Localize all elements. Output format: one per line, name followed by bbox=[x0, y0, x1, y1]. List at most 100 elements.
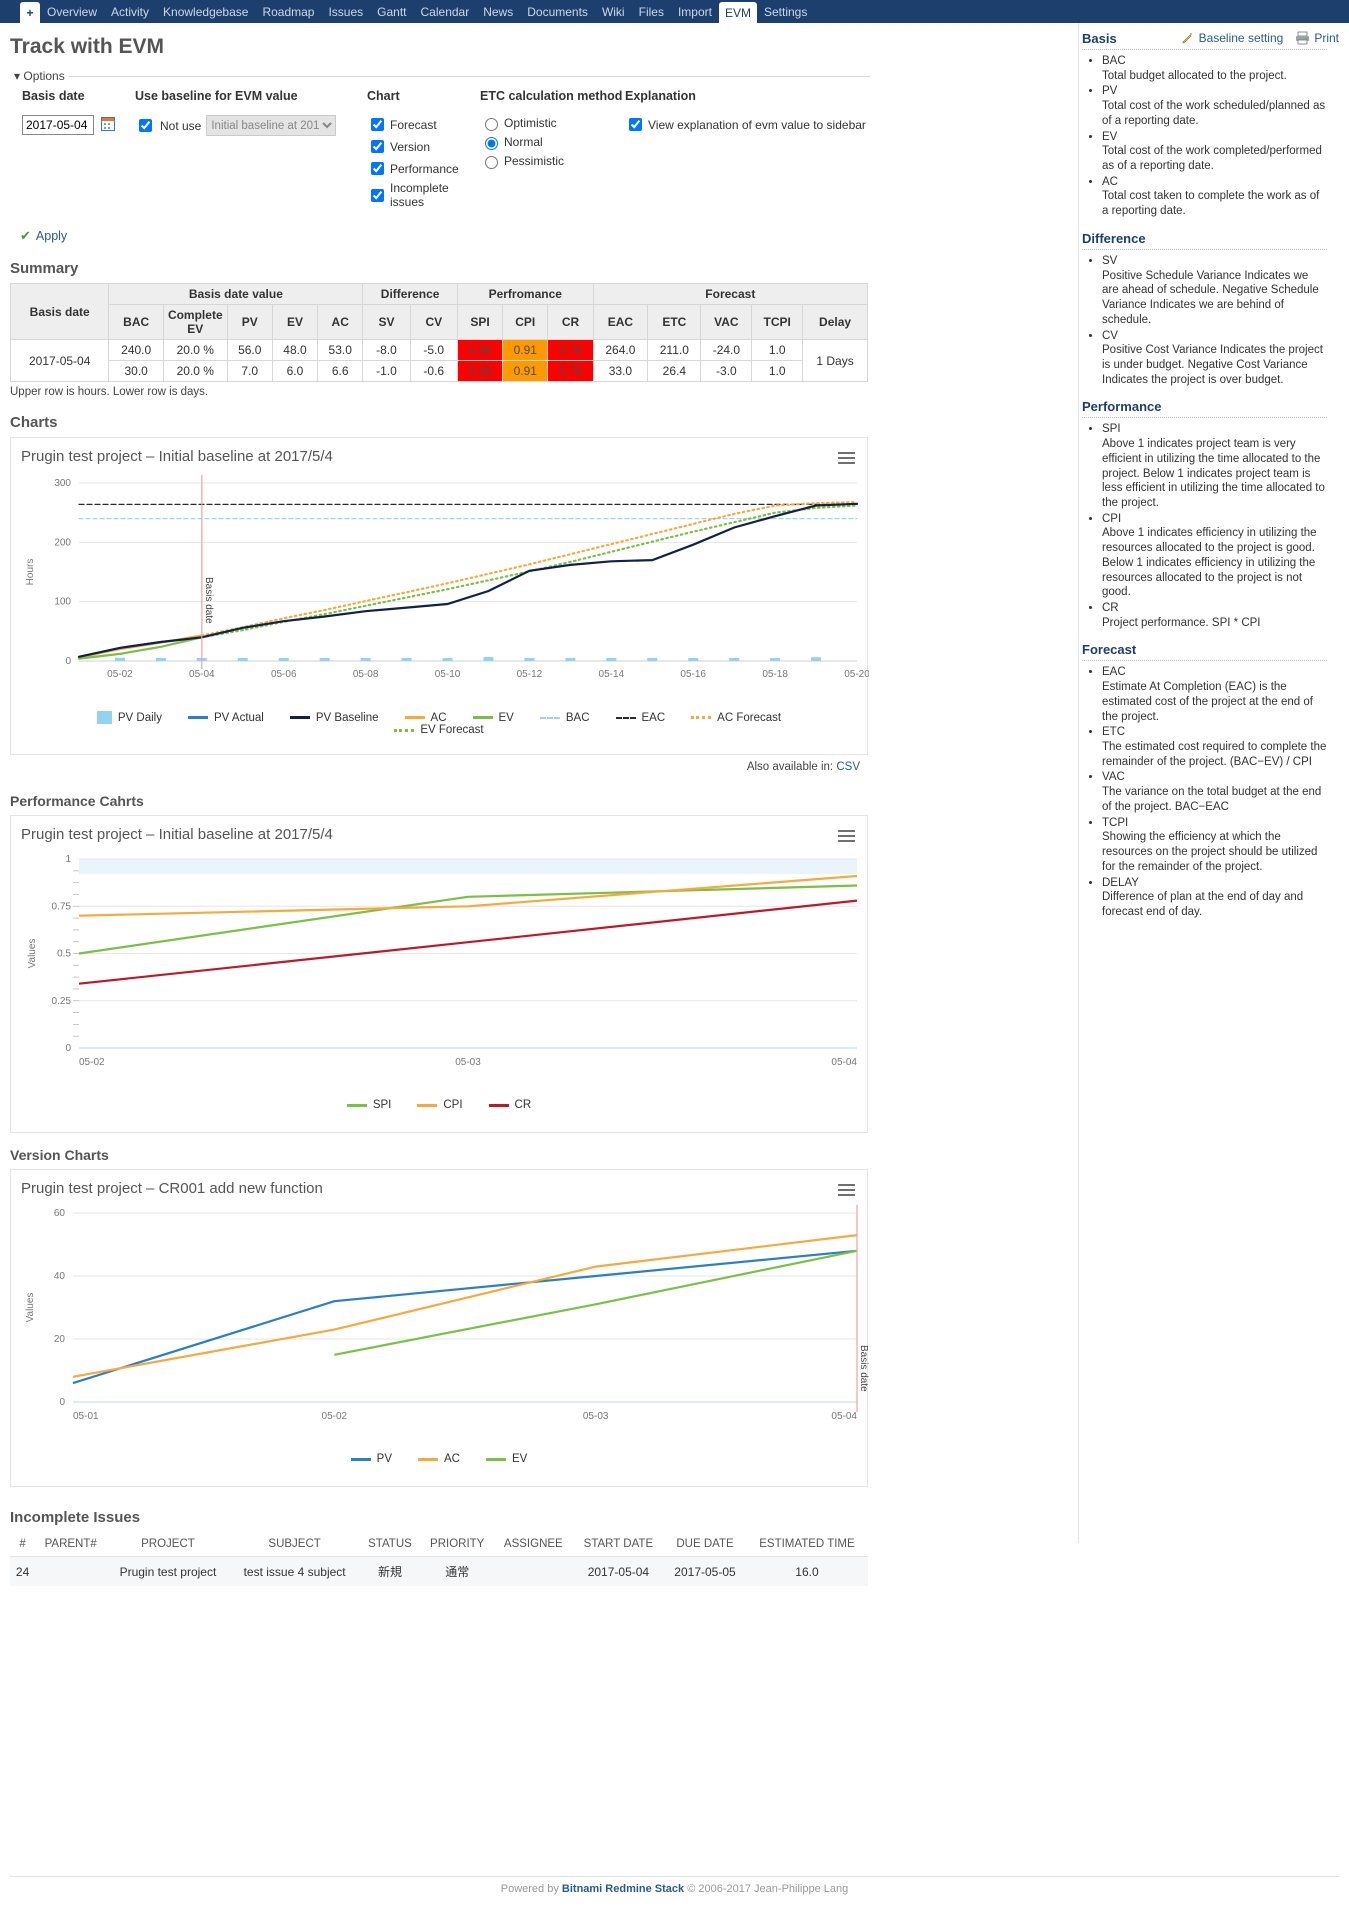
etc-option-radio[interactable] bbox=[485, 118, 498, 131]
chart-option-checkbox[interactable] bbox=[371, 118, 384, 131]
legend-item-spi[interactable]: SPI bbox=[346, 1099, 392, 1111]
legend-item-ev[interactable]: EV bbox=[472, 711, 514, 724]
chart-menu-icon[interactable] bbox=[838, 452, 855, 465]
etc-option-radio[interactable] bbox=[485, 156, 498, 169]
chart-option-forecast: Forecast bbox=[367, 115, 480, 134]
summary-basis-date-header: Basis date bbox=[9, 283, 110, 340]
nav-item-roadmap[interactable]: Roadmap bbox=[255, 0, 321, 23]
summary-group-header-row: Basis date Basis date value Difference P… bbox=[9, 283, 869, 340]
legend-swatch bbox=[350, 1457, 371, 1461]
legend-item-pv-daily[interactable]: PV Daily bbox=[96, 711, 162, 724]
nav-item-calendar[interactable]: Calendar bbox=[414, 0, 477, 23]
legend-item-ac[interactable]: AC bbox=[404, 711, 447, 724]
collapse-toggle-icon[interactable]: ▾ bbox=[14, 69, 20, 83]
not-use-baseline-checkbox[interactable] bbox=[139, 119, 152, 132]
chart-option-checkbox[interactable] bbox=[371, 162, 384, 175]
legend-swatch bbox=[615, 716, 636, 719]
legend-swatch bbox=[289, 716, 310, 719]
legend-item-ev-forecast[interactable]: EV Forecast bbox=[394, 724, 484, 736]
summary-table: Basis date Basis date value Difference P… bbox=[9, 283, 869, 382]
summary-col-complete-ev: Complete EV bbox=[162, 304, 228, 340]
footer-divider bbox=[10, 1876, 1339, 1877]
chart-option-checkbox[interactable] bbox=[371, 140, 384, 153]
summary-cell-bac: 30.0 bbox=[108, 360, 164, 382]
calendar-icon[interactable] bbox=[101, 117, 116, 131]
bitnami-link[interactable]: Bitnami Redmine Stack bbox=[562, 1883, 684, 1895]
nav-item-wiki[interactable]: Wiki bbox=[595, 0, 632, 23]
list-item: EAC Estimate At Completion (EAC) is the e… bbox=[1102, 665, 1327, 724]
table-row[interactable]: 24 Prugin test project test issue 4 subjec… bbox=[10, 1556, 868, 1586]
nav-item-settings[interactable]: Settings bbox=[757, 0, 814, 23]
nav-item-import[interactable]: Import bbox=[671, 0, 719, 23]
sidebar-term: TCPI bbox=[1102, 816, 1129, 829]
sidebar-heading-basis: Basis bbox=[1082, 31, 1327, 50]
sidebar-term: DELAY bbox=[1102, 876, 1139, 889]
basis-date-group: Basis date bbox=[22, 89, 135, 212]
nav-item-gantt[interactable]: Gantt bbox=[370, 0, 413, 23]
chart-option-checkbox[interactable] bbox=[371, 188, 384, 202]
sidebar-heading-forecast: Forecast bbox=[1082, 642, 1327, 662]
summary-cell-complete_ev: 20.0 % bbox=[162, 360, 228, 382]
top-navigation: + Overview Activity Knowledgebase Roadmap Is… bbox=[0, 0, 1349, 23]
legend-item-cpi[interactable]: CPI bbox=[417, 1099, 463, 1111]
sidebar-description: Total budget allocated to the project. bbox=[1102, 69, 1287, 82]
group-performance: Perfromance bbox=[456, 283, 594, 305]
svg-text:05-08: 05-08 bbox=[353, 669, 379, 680]
nav-item-evm[interactable]: EVM bbox=[718, 2, 757, 23]
sidebar-term: CV bbox=[1102, 329, 1118, 342]
performance-chart-menu-icon[interactable] bbox=[838, 830, 855, 843]
nav-item-files[interactable]: Files bbox=[632, 0, 671, 23]
legend-item-ac-forecast[interactable]: AC Forecast bbox=[691, 711, 781, 724]
legend-item-cr[interactable]: CR bbox=[488, 1099, 531, 1111]
version-chart-menu-icon[interactable] bbox=[838, 1184, 855, 1197]
home-tab[interactable]: + bbox=[20, 2, 40, 23]
svg-text:05-10: 05-10 bbox=[435, 669, 461, 680]
list-item: ETC The estimated cost required to comple… bbox=[1102, 725, 1327, 769]
csv-link[interactable]: CSV bbox=[836, 761, 860, 773]
basis-date-input[interactable] bbox=[22, 115, 94, 135]
svg-text:40: 40 bbox=[54, 1271, 66, 1282]
legend-swatch bbox=[346, 1103, 367, 1107]
legend-label: SPI bbox=[372, 1099, 392, 1111]
summary-cell-pv: 7.0 bbox=[226, 360, 273, 382]
legend-swatch bbox=[472, 716, 493, 719]
etc-method-label: ETC calculation method bbox=[480, 89, 623, 103]
legend-item-bac[interactable]: BAC bbox=[539, 711, 590, 724]
list-item: PV Total cost of the work scheduled/plann… bbox=[1102, 84, 1327, 128]
legend-item-eac[interactable]: EAC bbox=[615, 711, 665, 724]
legend-item-ev[interactable]: EV bbox=[485, 1453, 527, 1465]
legend-item-pv-baseline[interactable]: PV Baseline bbox=[289, 711, 379, 724]
nav-item-activity[interactable]: Activity bbox=[104, 0, 156, 23]
apply-button[interactable]: Apply bbox=[36, 229, 67, 243]
summary-column-header-row: BAC Complete EV PV EV AC SV CV SPI CPI CR EAC ETC VA… bbox=[11, 304, 868, 340]
summary-cell-vac: -24.0 bbox=[700, 339, 753, 361]
svg-text:05-03: 05-03 bbox=[583, 1411, 609, 1422]
sidebar-description: The variance on the total budget at the … bbox=[1102, 786, 1322, 813]
etc-option-radio[interactable] bbox=[485, 137, 498, 150]
summary-cell-sv: -1.0 bbox=[362, 360, 411, 382]
evm-chart-svg: 0 100 200 300 Hours 05-02 05-04 05-06 05-08 05-10… bbox=[25, 475, 869, 680]
nav-item-issues[interactable]: Issues bbox=[321, 0, 370, 23]
powered-by-label: Powered by bbox=[500, 1883, 559, 1895]
sidebar-term: PV bbox=[1102, 85, 1118, 98]
summary-heading: Summary bbox=[10, 260, 79, 277]
sidebar-list-basis: BAC Total budget allocated to the project… bbox=[1082, 54, 1327, 219]
nav-item-documents[interactable]: Documents bbox=[520, 0, 595, 23]
legend-item-pv-actual[interactable]: PV Actual bbox=[188, 711, 264, 724]
legend-item-ac[interactable]: AC bbox=[418, 1453, 460, 1465]
nav-item-news[interactable]: News bbox=[476, 0, 520, 23]
nav-item-overview[interactable]: Overview bbox=[40, 0, 104, 23]
legend-label: PV Baseline bbox=[315, 711, 379, 724]
svg-text:Basis date: Basis date bbox=[203, 577, 214, 624]
sidebar-description: Showing the efficiency at which the reso… bbox=[1102, 831, 1318, 873]
baseline-select[interactable]: Initial baseline at 2017/5/4 bbox=[206, 115, 337, 136]
issues-cell-project: Prugin test project bbox=[106, 1556, 230, 1586]
summary-cell-cv: -0.6 bbox=[409, 360, 458, 382]
legend-item-pv[interactable]: PV bbox=[350, 1453, 392, 1465]
nav-item-knowledgebase[interactable]: Knowledgebase bbox=[156, 0, 255, 23]
summary-cell-tcpi: 1.0 bbox=[751, 360, 804, 382]
summary-cell-etc: 26.4 bbox=[647, 360, 702, 382]
view-explanation-checkbox[interactable] bbox=[629, 118, 642, 131]
performance-chart-svg: 0 0.25 0.5 0.75 1 Values 05-02 05-03 05-04 bbox=[27, 854, 857, 1068]
options-legend[interactable]: ▾ Options bbox=[10, 69, 69, 83]
